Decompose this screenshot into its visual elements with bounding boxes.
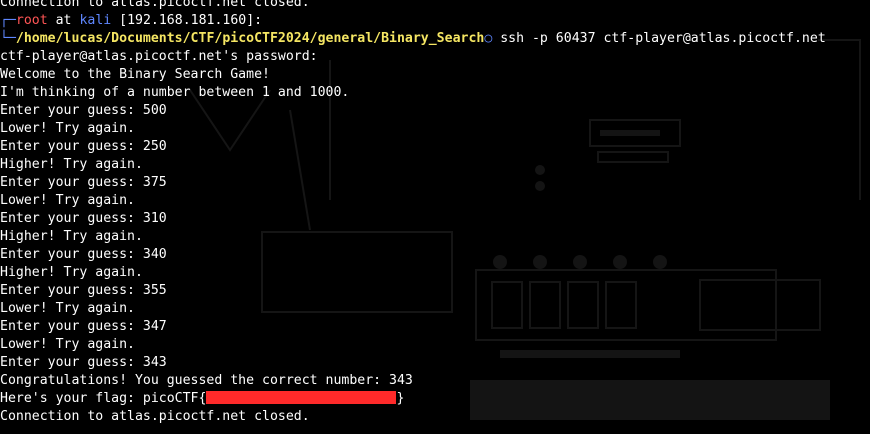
- output-line: Enter your guess: 375: [0, 175, 167, 190]
- output-line: Welcome to the Binary Search Game!: [0, 67, 270, 82]
- output-line: Enter your guess: 250: [0, 139, 167, 154]
- output-line: Higher! Try again.: [0, 265, 143, 280]
- output-line: Lower! Try again.: [0, 121, 135, 136]
- prompt-ip: [192.168.181.160]:: [119, 13, 263, 28]
- output-line: ctf-player@atlas.picoctf.net's password:: [0, 49, 318, 64]
- prompt-info-line: ┌─root at kali [192.168.181.160]:: [0, 12, 870, 30]
- output-line: Lower! Try again.: [0, 301, 135, 316]
- flag-redaction: [206, 391, 397, 404]
- output-line: I'm thinking of a number between 1 and 1…: [0, 85, 350, 100]
- prompt-corner-top-icon: ┌─: [0, 13, 16, 28]
- output-line: Lower! Try again.: [0, 193, 135, 208]
- prompt-corner-bottom-icon: └─: [0, 31, 16, 46]
- congratulations-line: Congratulations! You guessed the correct…: [0, 373, 413, 388]
- output-line: Higher! Try again.: [0, 229, 143, 244]
- output-line: Lower! Try again.: [0, 337, 135, 352]
- connection-closed-line: Connection to atlas.picoctf.net closed.: [0, 409, 310, 424]
- output-line: Enter your guess: 347: [0, 319, 167, 334]
- prompt-command-line[interactable]: └─/home/lucas/Documents/CTF/picoCTF2024/…: [0, 30, 870, 48]
- prompt-user: root: [15, 13, 48, 28]
- prompt-command: ssh -p 60437 ctf-player@atlas.picoctf.ne…: [500, 31, 826, 46]
- flag-line: Here's your flag: picoCTF{}: [0, 390, 870, 408]
- output-line: Enter your guess: 355: [0, 283, 167, 298]
- output-line: Enter your guess: 340: [0, 247, 167, 262]
- output-line: Enter your guess: 500: [0, 103, 167, 118]
- output-line: Higher! Try again.: [0, 157, 143, 172]
- terminal-window[interactable]: Connection to atlas.picoctf.net closed. …: [0, 0, 870, 434]
- output-line: Enter your guess: 343: [0, 355, 167, 370]
- prompt-at: at: [55, 13, 72, 28]
- flag-prefix: Here's your flag: picoCTF{: [0, 391, 207, 406]
- flag-suffix: }: [396, 391, 405, 406]
- output-line: Enter your guess: 310: [0, 211, 167, 226]
- prompt-path: /home/lucas/Documents/CTF/picoCTF2024/ge…: [15, 31, 485, 46]
- prompt-marker-icon: ○: [484, 31, 493, 46]
- previous-connection-closed-line: Connection to atlas.picoctf.net closed.: [0, 0, 310, 10]
- prompt-host: kali: [79, 13, 112, 28]
